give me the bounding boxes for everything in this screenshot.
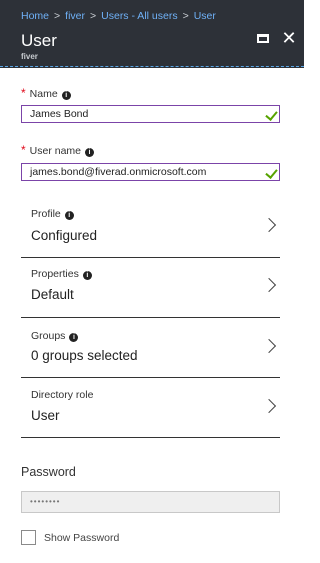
nav-item-value: Configured — [31, 228, 98, 243]
username-label: * User name i — [21, 143, 95, 157]
name-label: * Name i — [21, 86, 71, 100]
show-password-checkbox[interactable] — [21, 530, 36, 545]
chevron-right-icon — [261, 398, 277, 414]
breadcrumb-separator: > — [182, 10, 189, 22]
breadcrumb-separator: > — [90, 10, 97, 22]
header-divider — [0, 66, 304, 67]
breadcrumb-separator: > — [54, 10, 61, 22]
username-field[interactable]: james.bond@fiverad.onmicrosoft.com — [21, 163, 280, 181]
breadcrumb-home[interactable]: Home — [21, 10, 49, 22]
username-field-value: james.bond@fiverad.onmicrosoft.com — [30, 166, 207, 178]
info-icon[interactable]: i — [82, 271, 92, 280]
password-field[interactable]: •••••••• — [21, 491, 280, 513]
info-icon[interactable]: i — [85, 148, 95, 157]
password-field-value: •••••••• — [30, 497, 61, 506]
password-label: Password — [21, 465, 76, 479]
name-label-text: Name — [29, 88, 58, 100]
info-icon[interactable]: i — [64, 211, 74, 220]
nav-item-profile[interactable]: Profile i Configured — [21, 197, 280, 258]
nav-item-value: Default — [31, 287, 74, 302]
name-field[interactable]: James Bond — [21, 105, 280, 123]
page-subtitle: fiver — [21, 52, 38, 61]
breadcrumb-fiver[interactable]: fiver — [65, 10, 85, 22]
blade-header: Home > fiver > Users - All users > User User f… — [0, 0, 304, 68]
username-label-text: User name — [29, 145, 82, 157]
required-marker: * — [21, 86, 26, 100]
required-marker: * — [21, 143, 26, 157]
info-icon[interactable]: i — [61, 91, 71, 100]
name-field-value: James Bond — [30, 108, 89, 120]
close-icon[interactable]: ✕ — [280, 29, 298, 47]
breadcrumb: Home > fiver > Users - All users > User — [21, 10, 216, 22]
show-password-label[interactable]: Show Password — [44, 532, 119, 544]
nav-item-label: Directory role — [31, 389, 94, 401]
checkmark-icon — [265, 108, 278, 121]
chevron-right-icon — [261, 338, 277, 354]
nav-item-value: 0 groups selected — [31, 348, 138, 363]
nav-item-label: Properties i — [31, 268, 92, 280]
chevron-right-icon — [261, 217, 277, 233]
nav-item-properties[interactable]: Properties i Default — [21, 257, 280, 318]
breadcrumb-user[interactable]: User — [194, 10, 216, 22]
page-title: User — [21, 31, 57, 50]
nav-item-directory-role[interactable]: Directory role User — [21, 377, 280, 438]
checkmark-icon — [265, 166, 278, 179]
nav-item-groups[interactable]: Groups i 0 groups selected — [21, 317, 280, 378]
chevron-right-icon — [261, 277, 277, 293]
maximize-icon[interactable] — [257, 34, 269, 43]
info-icon[interactable]: i — [69, 333, 79, 342]
breadcrumb-users[interactable]: Users - All users — [101, 10, 177, 22]
nav-item-label: Groups i — [31, 330, 79, 342]
nav-item-label: Profile i — [31, 208, 74, 220]
nav-item-value: User — [31, 408, 60, 423]
